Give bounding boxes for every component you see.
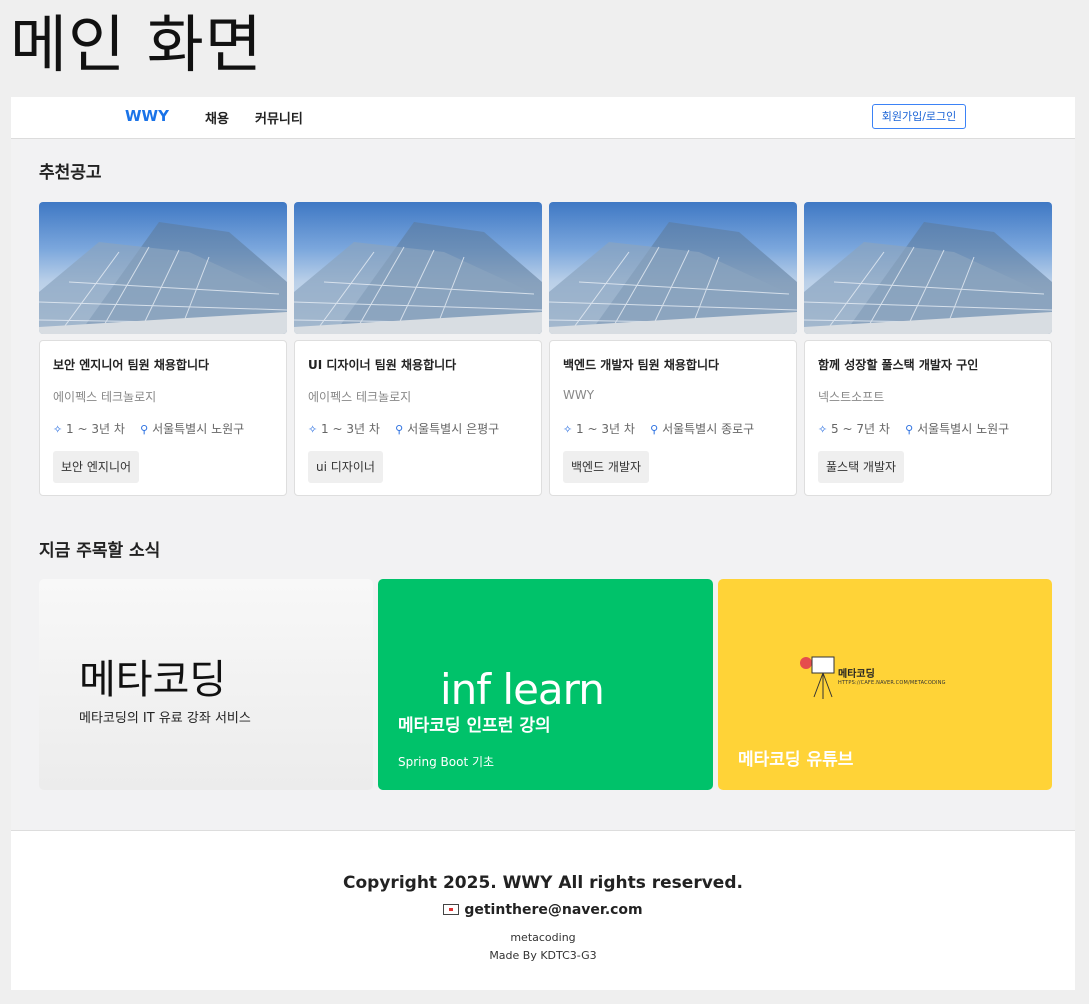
top-navbar: WWY 채용 커뮤니티 회원가입/로그인 <box>11 97 1075 139</box>
location-pin-icon: ⚲ <box>140 423 149 436</box>
company-name: 넥스트소프트 <box>818 390 885 404</box>
job-tag: 보안 엔지니어 <box>53 451 140 483</box>
company-name: WWY <box>563 388 595 402</box>
inflearn-course-banner[interactable]: inf learn 메타코딩 인프런 강의 Spring Boot 기초 <box>378 579 713 790</box>
recommended-section-title: 추천공고 <box>39 163 102 183</box>
job-card-body: 보안 엔지니어 팀원 채용합니다 에이펙스 테크놀로지 ✧ 1 ~ 3년 차 ⚲… <box>39 340 287 496</box>
building-photo <box>39 202 287 334</box>
job-card-body: UI 디자이너 팀원 채용합니다 에이펙스 테크놀로지 ✧ 1 ~ 3년 차 ⚲… <box>294 340 542 496</box>
job-card[interactable]: 보안 엔지니어 팀원 채용합니다 에이펙스 테크놀로지 ✧ 1 ~ 3년 차 ⚲… <box>39 202 287 496</box>
job-meta: ✧ 1 ~ 3년 차 ⚲ 서울특별시 노원구 <box>53 420 244 437</box>
career-years: 1 ~ 3년 차 <box>66 422 125 436</box>
job-card-body: 백엔드 개발자 팀원 채용합니다 WWY ✧ 1 ~ 3년 차 ⚲ 서울특별시 … <box>549 340 797 496</box>
copyright-text: Copyright 2025. WWY All rights reserved. <box>343 873 743 893</box>
footer-email: getinthere@naver.com <box>11 902 1075 918</box>
banner-headline: 메타코딩 <box>79 657 227 703</box>
banner-subtitle: Spring Boot 기초 <box>398 755 495 769</box>
logo-url: HTTPS://CAFE.NAVER.COM/METACODING <box>838 680 946 686</box>
company-name: 에이펙스 테크놀로지 <box>308 390 412 404</box>
location: 서울특별시 노원구 <box>152 422 245 436</box>
signup-login-button[interactable]: 회원가입/로그인 <box>872 104 966 129</box>
nav-item-community[interactable]: 커뮤니티 <box>255 108 303 127</box>
location-pin-icon: ⚲ <box>395 423 404 436</box>
news-section-title: 지금 주목할 소식 <box>39 541 161 561</box>
company-name: 에이펙스 테크놀로지 <box>53 390 157 404</box>
career-icon: ✧ <box>818 423 828 436</box>
nav-item-jobs[interactable]: 채용 <box>205 108 229 127</box>
career-years: 1 ~ 3년 차 <box>576 422 635 436</box>
career-years: 1 ~ 3년 차 <box>321 422 380 436</box>
career-icon: ✧ <box>563 423 573 436</box>
job-title[interactable]: UI 디자이너 팀원 채용합니다 <box>308 356 456 373</box>
building-photo <box>549 202 797 334</box>
career-icon: ✧ <box>308 423 318 436</box>
building-photo <box>804 202 1052 334</box>
banner-subtitle: 메타코딩의 IT 유료 강좌 서비스 <box>79 711 251 726</box>
logo-text: 메타코딩 <box>838 669 875 680</box>
banner-title: 메타코딩 인프런 강의 <box>398 716 551 736</box>
job-title[interactable]: 백엔드 개발자 팀원 채용합니다 <box>563 356 719 373</box>
career-icon: ✧ <box>53 423 63 436</box>
envelope-icon <box>443 904 460 915</box>
brand-logo[interactable]: WWY <box>125 107 169 125</box>
inflearn-logo: inf learn <box>440 665 605 714</box>
building-photo <box>294 202 542 334</box>
job-card-body: 함께 성장할 풀스택 개발자 구인 넥스트소프트 ✧ 5 ~ 7년 차 ⚲ 서울… <box>804 340 1052 496</box>
email-address[interactable]: getinthere@naver.com <box>464 902 642 918</box>
footer-org: metacoding <box>510 931 576 944</box>
job-meta: ✧ 5 ~ 7년 차 ⚲ 서울특별시 노원구 <box>818 420 1009 437</box>
job-card[interactable]: 백엔드 개발자 팀원 채용합니다 WWY ✧ 1 ~ 3년 차 ⚲ 서울특별시 … <box>549 202 797 496</box>
job-title[interactable]: 보안 엔지니어 팀원 채용합니다 <box>53 356 209 373</box>
inflearn-logo-text: inf learn <box>440 665 605 714</box>
app-frame: WWY 채용 커뮤니티 회원가입/로그인 추천공고 보안 엔지니어 팀원 채용합… <box>11 97 1075 990</box>
location: 서울특별시 노원구 <box>917 422 1010 436</box>
job-title[interactable]: 함께 성장할 풀스택 개발자 구인 <box>818 356 978 373</box>
job-tag: 백엔드 개발자 <box>563 451 650 483</box>
location: 서울특별시 은평구 <box>407 422 500 436</box>
footer-made-by: Made By KDTC3-G3 <box>489 949 597 962</box>
job-meta: ✧ 1 ~ 3년 차 ⚲ 서울특별시 종로구 <box>563 420 754 437</box>
youtube-channel-banner[interactable]: 메타코딩 HTTPS://CAFE.NAVER.COM/METACODING 메… <box>718 579 1052 790</box>
location: 서울특별시 종로구 <box>662 422 755 436</box>
page-heading: 메인 화면 <box>10 8 263 81</box>
job-meta: ✧ 1 ~ 3년 차 ⚲ 서울특별시 은평구 <box>308 420 499 437</box>
banner-title: 메타코딩 유튜브 <box>738 750 854 770</box>
career-years: 5 ~ 7년 차 <box>831 422 890 436</box>
metacoding-service-banner[interactable]: 메타코딩 메타코딩의 IT 유료 강좌 서비스 <box>39 579 373 790</box>
location-pin-icon: ⚲ <box>650 423 659 436</box>
job-tag: 풀스택 개발자 <box>818 451 905 483</box>
location-pin-icon: ⚲ <box>905 423 914 436</box>
footer: Copyright 2025. WWY All rights reserved.… <box>11 830 1075 990</box>
job-card[interactable]: UI 디자이너 팀원 채용합니다 에이펙스 테크놀로지 ✧ 1 ~ 3년 차 ⚲… <box>294 202 542 496</box>
job-card[interactable]: 함께 성장할 풀스택 개발자 구인 넥스트소프트 ✧ 5 ~ 7년 차 ⚲ 서울… <box>804 202 1052 496</box>
job-tag: ui 디자이너 <box>308 451 383 483</box>
